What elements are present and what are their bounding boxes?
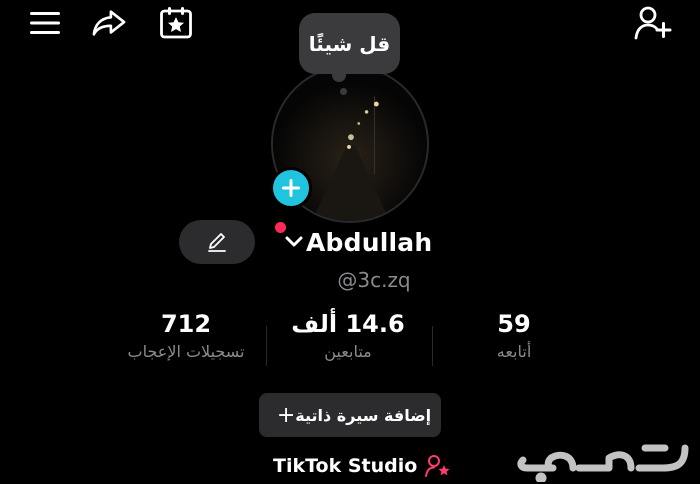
following-count: 59 [497, 310, 531, 338]
followers-count: 14.6 ألف [291, 310, 405, 338]
share-arrow-icon [92, 10, 126, 36]
stat-likes[interactable]: 712 تسجيلات الإعجاب [101, 310, 271, 361]
add-bio-label: إضافة سيرة ذاتية [295, 405, 432, 425]
followers-label: متابعين [324, 342, 372, 361]
user-star-icon [425, 455, 450, 477]
pencil-icon [208, 233, 226, 252]
chevron-down-icon [285, 236, 303, 247]
likes-label: تسجيلات الإعجاب [127, 342, 245, 361]
account-switcher[interactable]: Abdullah [272, 224, 432, 260]
menu-button[interactable] [28, 6, 62, 40]
plus-icon: + [276, 402, 296, 428]
haraj-watermark-logo [517, 444, 689, 482]
tiktok-studio-label: TikTok Studio [273, 455, 418, 477]
likes-count: 712 [160, 310, 212, 338]
add-bio-button[interactable]: إضافة سيرة ذاتية + [259, 393, 441, 437]
edit-profile-button[interactable] [179, 220, 255, 264]
stat-followers[interactable]: 14.6 ألف متابعين [263, 310, 433, 361]
add-friend-button[interactable] [634, 6, 674, 40]
note-bubble-dot [340, 88, 347, 95]
stat-following[interactable]: 59 أتابعه [429, 310, 599, 361]
calendar-star-icon [160, 7, 192, 39]
add-user-icon [634, 6, 672, 40]
calendar-button[interactable] [159, 6, 193, 40]
username: @3c.zq [337, 268, 411, 292]
add-story-button[interactable] [270, 167, 312, 209]
plus-icon [282, 179, 300, 197]
note-bubble[interactable]: قل شيئًا [299, 13, 400, 74]
tiktok-studio-link[interactable]: TikTok Studio [273, 452, 451, 480]
display-name: Abdullah [306, 227, 433, 257]
hamburger-menu-icon [30, 12, 60, 34]
share-button[interactable] [92, 6, 126, 40]
note-text: قل شيئًا [308, 31, 391, 56]
following-label: أتابعه [496, 342, 532, 361]
